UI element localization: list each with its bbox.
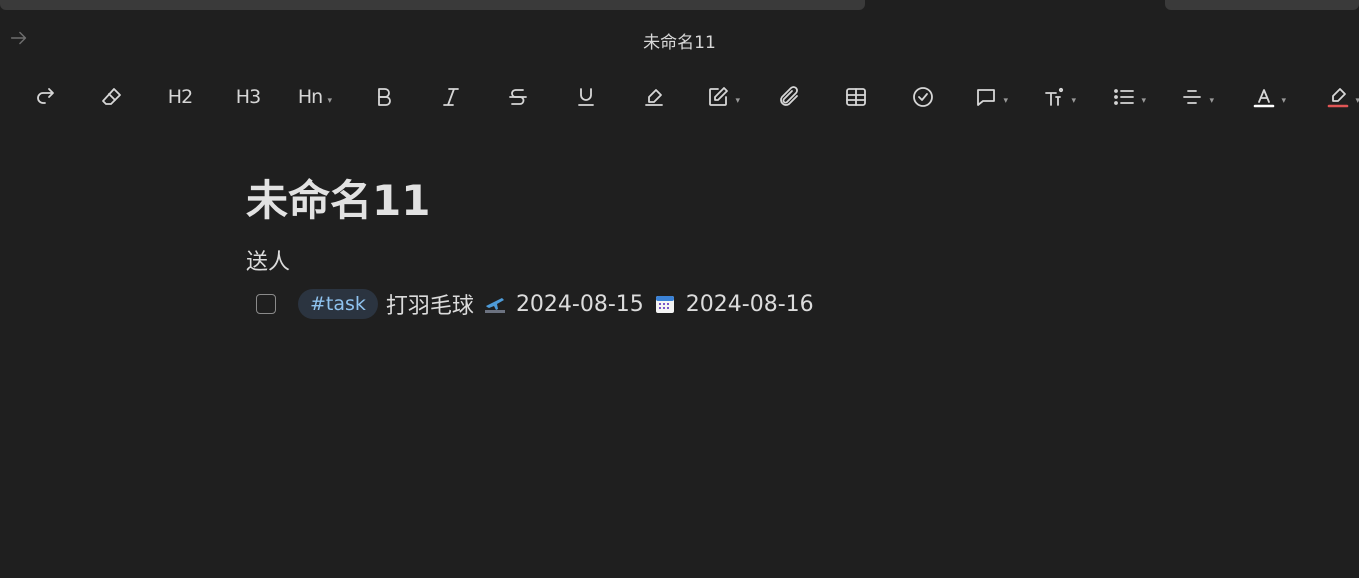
caret-icon: ▾: [1071, 96, 1076, 106]
paperclip-icon: [780, 86, 798, 106]
underline-icon: [578, 88, 594, 106]
table-button[interactable]: [838, 82, 874, 112]
strikethrough-icon: [509, 89, 527, 105]
highlight-marker-button[interactable]: [636, 82, 672, 112]
edit-icon: [709, 87, 728, 106]
edit-dropdown[interactable]: ▾: [700, 82, 740, 112]
align-center-icon: [1183, 90, 1201, 104]
redo-button[interactable]: [28, 82, 64, 112]
strikethrough-button[interactable]: [500, 82, 536, 112]
heading-3-button[interactable]: H3: [230, 82, 266, 112]
window-title: 未命名11: [643, 33, 716, 53]
task-tag[interactable]: #task: [298, 289, 378, 319]
due-date-calendar-icon: [652, 291, 678, 317]
caret-icon: ▾: [1355, 96, 1359, 106]
heading-n-label: Hn: [297, 86, 323, 108]
highlight-color-dropdown[interactable]: ▾: [1320, 82, 1359, 112]
task-item: #task 打羽毛球 2024-08-15 2024-08-16: [256, 284, 814, 324]
task-text[interactable]: 打羽毛球: [386, 288, 474, 320]
caret-icon: ▾: [1281, 96, 1286, 106]
font-color-icon: [1253, 89, 1275, 108]
caret-icon: ▾: [1141, 96, 1146, 106]
heading-n-dropdown[interactable]: Hn ▾: [292, 82, 332, 112]
font-color-dropdown[interactable]: ▾: [1246, 82, 1286, 112]
redo-icon: [37, 88, 54, 104]
align-dropdown[interactable]: ▾: [1174, 82, 1214, 112]
caret-icon: ▾: [735, 96, 740, 106]
task-checkbox-button[interactable]: [905, 82, 941, 112]
italic-icon: [443, 88, 459, 106]
text-style-icon: [1045, 87, 1064, 106]
eraser-icon: [102, 88, 121, 105]
highlighter-icon: [1327, 88, 1349, 108]
due-date[interactable]: 2024-08-16: [686, 292, 814, 317]
italic-button[interactable]: [433, 82, 469, 112]
table-icon: [846, 88, 866, 106]
start-date-plane-icon: [482, 291, 508, 317]
underline-button[interactable]: [568, 82, 604, 112]
caret-icon: ▾: [327, 96, 332, 106]
bold-button[interactable]: [366, 82, 402, 112]
text-style-dropdown[interactable]: ▾: [1036, 82, 1076, 112]
document-heading[interactable]: 未命名11: [246, 170, 1146, 232]
comment-dropdown[interactable]: ▾: [968, 82, 1008, 112]
attachment-button[interactable]: [771, 82, 807, 112]
tab-right[interactable]: [1165, 0, 1359, 10]
heading-2-label: H2: [167, 86, 193, 108]
heading-3-label: H3: [235, 86, 261, 108]
marker-icon: [645, 89, 663, 106]
editor-content[interactable]: 未命名11 送人 #task 打羽毛球 2024-08-15 2024-08-1…: [246, 170, 1146, 319]
clear-format-button[interactable]: [94, 82, 130, 112]
list-dropdown[interactable]: ▾: [1106, 82, 1146, 112]
tab-left[interactable]: [0, 0, 865, 10]
comment-icon: [977, 89, 995, 106]
start-date[interactable]: 2024-08-15: [516, 292, 644, 317]
document-paragraph[interactable]: 送人: [246, 246, 1146, 280]
tab-strip: [0, 0, 1359, 10]
list-icon: [1114, 89, 1134, 105]
task-checkbox[interactable]: [256, 294, 276, 314]
title-bar: 未命名11: [0, 18, 1359, 60]
editor-toolbar: H2 H3 Hn ▾ ▾ ▾ ▾ ▾ ▾ ▾ ▾: [0, 74, 1359, 120]
check-circle-icon: [913, 87, 933, 107]
caret-icon: ▾: [1003, 96, 1008, 106]
heading-2-button[interactable]: H2: [162, 82, 198, 112]
caret-icon: ▾: [1209, 96, 1214, 106]
bold-icon: [378, 88, 391, 106]
